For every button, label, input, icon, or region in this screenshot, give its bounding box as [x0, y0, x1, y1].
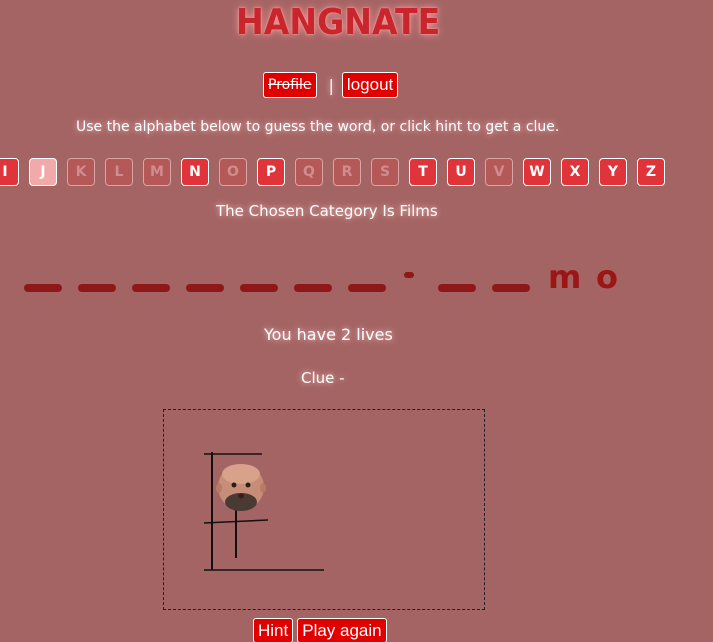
hangman-page: HANGNATE Profile | logout Use the alphab…	[0, 0, 713, 642]
letter-button-z[interactable]: Z	[637, 158, 665, 186]
logout-button[interactable]: logout	[341, 72, 399, 98]
letter-button-p[interactable]: P	[257, 158, 285, 186]
blank-letter-slot	[132, 284, 170, 292]
letter-button-r[interactable]: R	[333, 158, 361, 186]
letter-button-u[interactable]: U	[447, 158, 475, 186]
letter-button-l[interactable]: L	[105, 158, 133, 186]
letter-button-v[interactable]: V	[485, 158, 513, 186]
letter-button-n[interactable]: N	[181, 158, 209, 186]
revealed-letter: m	[548, 258, 582, 296]
blank-letter-slot	[186, 284, 224, 292]
letter-button-x[interactable]: X	[561, 158, 589, 186]
play-again-button[interactable]: Play again	[297, 618, 387, 642]
letter-button-i[interactable]: I	[0, 158, 19, 186]
blank-letter-slot	[240, 284, 278, 292]
letter-button-k[interactable]: K	[67, 158, 95, 186]
letter-button-q[interactable]: Q	[295, 158, 323, 186]
letter-button-j[interactable]: J	[29, 158, 57, 186]
blank-letter-slot	[294, 284, 332, 292]
clue-text: Clue -	[301, 369, 345, 387]
blank-letter-slot	[438, 284, 476, 292]
lives-counter: You have 2 lives	[264, 325, 393, 344]
blank-letter-slot	[78, 284, 116, 292]
nav-separator: |	[328, 75, 334, 95]
top-nav: Profile | logout	[263, 72, 399, 98]
letter-button-s[interactable]: S	[371, 158, 399, 186]
word-hyphen	[404, 272, 414, 278]
hint-button[interactable]: Hint	[253, 618, 294, 642]
category-label: The Chosen Category Is Films	[216, 202, 438, 220]
letter-button-t[interactable]: T	[409, 158, 437, 186]
blank-letter-slot	[348, 284, 386, 292]
letter-button-w[interactable]: W	[523, 158, 551, 186]
letter-button-m[interactable]: M	[143, 158, 171, 186]
word-display: mo	[0, 250, 713, 300]
revealed-letter: o	[596, 258, 618, 296]
letter-button-y[interactable]: Y	[599, 158, 627, 186]
bottom-actions: Hint Play again	[253, 618, 391, 642]
blank-letter-slot	[24, 284, 62, 292]
letter-button-o[interactable]: O	[219, 158, 247, 186]
profile-button[interactable]: Profile	[263, 72, 317, 98]
blank-letter-slot	[492, 284, 530, 292]
hangman-canvas	[163, 409, 485, 610]
face-avatar	[216, 464, 266, 511]
hangman-drawing	[203, 452, 324, 571]
app-title: HANGNATE	[236, 2, 441, 43]
instructions-text: Use the alphabet below to guess the word…	[76, 119, 560, 135]
